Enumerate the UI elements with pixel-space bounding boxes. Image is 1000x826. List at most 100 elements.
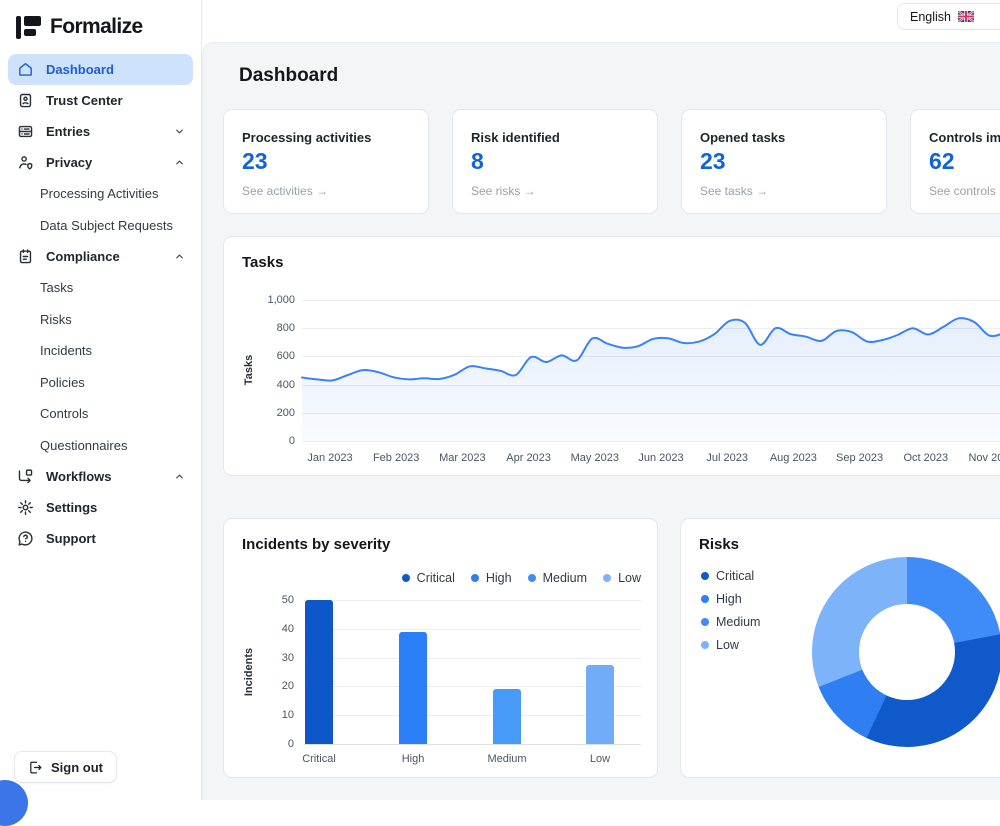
legend-item-high[interactable]: High bbox=[471, 571, 512, 585]
x-axis-tick-label: Low bbox=[565, 753, 635, 765]
chart-legend: Critical High Medium Low bbox=[701, 569, 760, 652]
sidebar-item-entries[interactable]: Entries bbox=[8, 116, 193, 147]
legend-item-medium[interactable]: Medium bbox=[701, 615, 760, 629]
y-axis-tick-label: 800 bbox=[240, 322, 295, 334]
y-axis-tick-label: 50 bbox=[254, 594, 294, 606]
stat-label: Processing activities bbox=[242, 130, 410, 145]
x-axis-tick-label: Jan 2023 bbox=[297, 452, 363, 464]
stat-card-processing-activities: Processing activities 23 See activities … bbox=[223, 109, 429, 214]
sign-out-button[interactable]: Sign out bbox=[14, 751, 117, 783]
chevron-down-icon[interactable] bbox=[174, 126, 185, 137]
y-axis-tick-label: 200 bbox=[240, 407, 295, 419]
tasks-chart-card: Tasks Tasks 0 200 400 600 800 1,000 Jan 2023Fe… bbox=[223, 236, 1000, 476]
legend-dot bbox=[528, 574, 536, 582]
chart-title: Risks bbox=[699, 536, 739, 553]
sidebar-item-workflows[interactable]: Workflows bbox=[8, 461, 193, 492]
y-axis-tick-label: 10 bbox=[254, 709, 294, 721]
x-axis-tick-label: Nov 2023 bbox=[959, 452, 1000, 464]
risks-donut-chart[interactable] bbox=[812, 557, 1000, 747]
legend-label: Critical bbox=[716, 569, 754, 583]
language-selector[interactable]: English bbox=[897, 3, 1000, 30]
sidebar-item-label: Trust Center bbox=[46, 93, 123, 108]
bar-high[interactable] bbox=[399, 632, 427, 744]
gear-icon bbox=[16, 498, 35, 517]
y-axis-tick-label: 400 bbox=[240, 379, 295, 391]
legend-label: Low bbox=[716, 638, 739, 652]
tasks-line-chart[interactable] bbox=[302, 300, 1000, 441]
chat-bubble-button[interactable] bbox=[0, 780, 28, 826]
sidebar-subitem-label: Data Subject Requests bbox=[40, 218, 173, 233]
gridline bbox=[304, 600, 641, 601]
stat-value: 23 bbox=[242, 148, 410, 175]
sidebar-item-compliance[interactable]: Compliance bbox=[8, 241, 193, 272]
x-axis-tick-label: Apr 2023 bbox=[496, 452, 562, 464]
sidebar-subitem-policies[interactable]: Policies bbox=[8, 367, 193, 399]
legend-item-high[interactable]: High bbox=[701, 592, 760, 606]
stat-card-opened-tasks: Opened tasks 23 See tasks → bbox=[681, 109, 887, 214]
legend-item-critical[interactable]: Critical bbox=[402, 571, 455, 585]
y-axis-label: Incidents bbox=[243, 641, 255, 703]
sidebar-item-support[interactable]: Support bbox=[8, 523, 193, 554]
legend-item-low[interactable]: Low bbox=[701, 638, 760, 652]
gridline bbox=[304, 629, 641, 630]
legend-label: High bbox=[486, 571, 512, 585]
see-risks-link[interactable]: See risks → bbox=[471, 184, 639, 198]
sidebar-item-label: Compliance bbox=[46, 249, 120, 264]
sidebar-nav: Dashboard Trust Center Entries Privacy bbox=[0, 54, 201, 554]
sidebar-subitem-controls[interactable]: Controls bbox=[8, 398, 193, 430]
sidebar: Formalize Dashboard Trust Center Entries bbox=[0, 0, 202, 800]
legend-label: Medium bbox=[543, 571, 587, 585]
rows-icon bbox=[16, 122, 35, 141]
y-axis-tick-label: 600 bbox=[240, 350, 295, 362]
sidebar-subitem-questionnaires[interactable]: Questionnaires bbox=[8, 430, 193, 462]
legend-dot bbox=[603, 574, 611, 582]
sidebar-subitem-risks[interactable]: Risks bbox=[8, 304, 193, 336]
sidebar-subitem-processing-activities[interactable]: Processing Activities bbox=[8, 178, 193, 210]
sidebar-subitem-label: Processing Activities bbox=[40, 186, 159, 201]
chevron-up-icon[interactable] bbox=[174, 471, 185, 482]
sidebar-subitem-label: Controls bbox=[40, 406, 88, 421]
y-axis-tick-label: 30 bbox=[254, 652, 294, 664]
sidebar-subitem-label: Questionnaires bbox=[40, 438, 127, 453]
see-tasks-link[interactable]: See tasks → bbox=[700, 184, 868, 198]
sidebar-subitem-incidents[interactable]: Incidents bbox=[8, 335, 193, 367]
y-axis-tick-label: 1,000 bbox=[240, 294, 295, 306]
sidebar-item-label: Support bbox=[46, 531, 96, 546]
user-shield-icon bbox=[16, 153, 35, 172]
sidebar-subitem-data-subject-requests[interactable]: Data Subject Requests bbox=[8, 210, 193, 242]
y-axis-label: Tasks bbox=[243, 340, 255, 400]
workflow-icon bbox=[16, 467, 35, 486]
sidebar-item-privacy[interactable]: Privacy bbox=[8, 147, 193, 178]
risks-chart-card: Risks Critical High Medium Low bbox=[680, 518, 1000, 778]
sidebar-item-settings[interactable]: Settings bbox=[8, 492, 193, 523]
gridline bbox=[302, 441, 1000, 442]
legend-item-low[interactable]: Low bbox=[603, 571, 641, 585]
x-axis-tick-label: May 2023 bbox=[562, 452, 628, 464]
chevron-up-icon[interactable] bbox=[174, 157, 185, 168]
bar-medium[interactable] bbox=[493, 689, 521, 744]
incidents-chart-card: Incidents by severity Incidents Critical… bbox=[223, 518, 658, 778]
see-activities-link[interactable]: See activities → bbox=[242, 184, 410, 198]
bar-critical[interactable] bbox=[305, 600, 333, 744]
sidebar-subitem-tasks[interactable]: Tasks bbox=[8, 272, 193, 304]
x-axis-tick-label: Critical bbox=[284, 753, 354, 765]
chevron-up-icon[interactable] bbox=[174, 251, 185, 262]
y-axis-tick-label: 20 bbox=[254, 680, 294, 692]
x-axis-tick-label: Mar 2023 bbox=[429, 452, 495, 464]
stat-label: Controls implemented bbox=[929, 130, 1000, 145]
see-controls-link[interactable]: See controls → bbox=[929, 184, 1000, 198]
donut-hole bbox=[859, 604, 955, 700]
sidebar-item-dashboard[interactable]: Dashboard bbox=[8, 54, 193, 85]
legend-item-critical[interactable]: Critical bbox=[701, 569, 760, 583]
x-axis-tick-label: Feb 2023 bbox=[363, 452, 429, 464]
sidebar-subitem-label: Tasks bbox=[40, 280, 73, 295]
sidebar-item-trust-center[interactable]: Trust Center bbox=[8, 85, 193, 116]
y-axis-tick-label: 0 bbox=[240, 435, 295, 447]
legend-item-medium[interactable]: Medium bbox=[528, 571, 587, 585]
legend-label: High bbox=[716, 592, 742, 606]
stat-card-risk-identified: Risk identified 8 See risks → bbox=[452, 109, 658, 214]
bar-low[interactable] bbox=[586, 665, 614, 744]
x-axis-tick-label: Jun 2023 bbox=[628, 452, 694, 464]
stat-label: Opened tasks bbox=[700, 130, 868, 145]
chart-title: Tasks bbox=[242, 254, 283, 271]
